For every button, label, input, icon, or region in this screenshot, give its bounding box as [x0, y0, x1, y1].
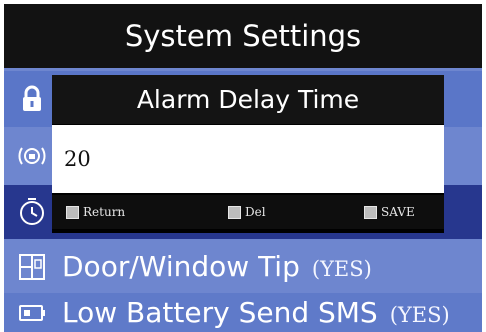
menu-row-low-battery-sms[interactable]: Low Battery Send SMS (YES): [4, 293, 482, 332]
del-label: Del: [245, 205, 266, 219]
return-label: Return: [83, 205, 126, 219]
low-battery-sms-label: Low Battery Send SMS (YES): [62, 296, 450, 329]
lock-icon: [14, 84, 50, 114]
dialog-softkey-bar: Return Del SAVE: [52, 195, 444, 229]
screen-title: System Settings: [4, 4, 482, 68]
save-softkey[interactable]: SAVE: [364, 195, 415, 229]
battery-icon: [14, 302, 50, 324]
settings-screen: System Settings Door/Window Tip (YES) Lo…: [4, 4, 482, 332]
save-label: SAVE: [381, 205, 415, 219]
delete-softkey[interactable]: Del: [228, 195, 266, 229]
timer-icon: [14, 196, 50, 228]
return-key-icon: [66, 205, 79, 219]
door-window-icon: [14, 251, 50, 283]
alarm-delay-dialog: Alarm Delay Time 20 Return Del SAVE: [52, 75, 444, 233]
menu-row-door-window-tip[interactable]: Door/Window Tip (YES): [4, 242, 482, 291]
save-key-icon: [364, 205, 377, 219]
dialog-title: Alarm Delay Time: [52, 75, 444, 124]
delay-time-input[interactable]: 20: [52, 125, 444, 193]
low-battery-sms-text: Low Battery Send SMS: [62, 296, 378, 329]
door-window-tip-label: Door/Window Tip (YES): [62, 250, 372, 283]
door-window-tip-text: Door/Window Tip: [62, 250, 300, 283]
return-softkey[interactable]: Return: [66, 195, 125, 229]
delete-key-icon: [228, 205, 241, 219]
low-battery-sms-value: (YES): [389, 303, 450, 327]
alarm-bell-icon: [14, 140, 50, 172]
door-window-tip-value: (YES): [311, 257, 372, 281]
